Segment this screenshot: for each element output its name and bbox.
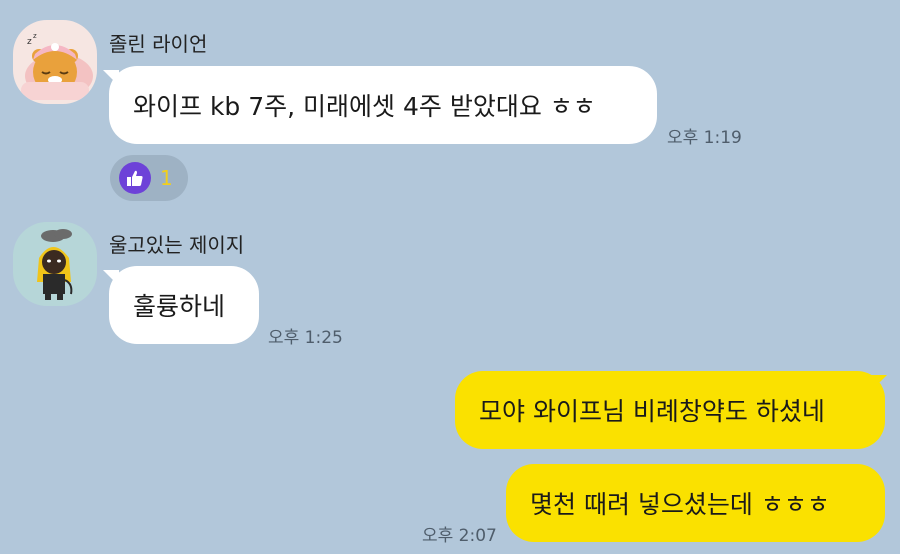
message-bubble[interactable]: 와이프 kb 7주, 미래에셋 4주 받았대요 ㅎㅎ [109, 66, 657, 144]
thumbs-up-icon [119, 162, 151, 194]
message-time: 오후 1:25 [268, 328, 343, 348]
message-bubble[interactable]: 모야 와이프님 비례창약도 하셨네 [455, 371, 885, 449]
reaction-badge[interactable]: 1 [110, 155, 188, 201]
message-text: 훌륭하네 [133, 292, 226, 321]
message-text: 몇천 때려 넣으셨는데 ㅎㅎㅎ [530, 490, 830, 519]
sender-avatar-ryan[interactable]: z z [13, 20, 97, 104]
message-bubble[interactable]: 훌륭하네 [109, 266, 259, 344]
sleeping-ryan-avatar-icon: z z [13, 20, 97, 104]
message-text: 와이프 kb 7주, 미래에셋 4주 받았대요 ㅎㅎ [133, 92, 596, 121]
message-time: 오후 2:07 [422, 526, 497, 546]
reaction-count: 1 [160, 166, 173, 190]
sender-name: 울고있는 제이지 [109, 233, 245, 257]
crying-jayg-avatar-icon [13, 222, 97, 306]
sender-name: 졸린 라이언 [109, 32, 208, 56]
svg-text:z: z [33, 32, 37, 40]
sender-avatar-jayg[interactable] [13, 222, 97, 306]
message-time: 오후 1:19 [667, 128, 742, 148]
message-text: 모야 와이프님 비례창약도 하셨네 [479, 397, 825, 426]
message-bubble[interactable]: 몇천 때려 넣으셨는데 ㅎㅎㅎ [506, 464, 885, 542]
svg-text:z: z [27, 37, 32, 47]
